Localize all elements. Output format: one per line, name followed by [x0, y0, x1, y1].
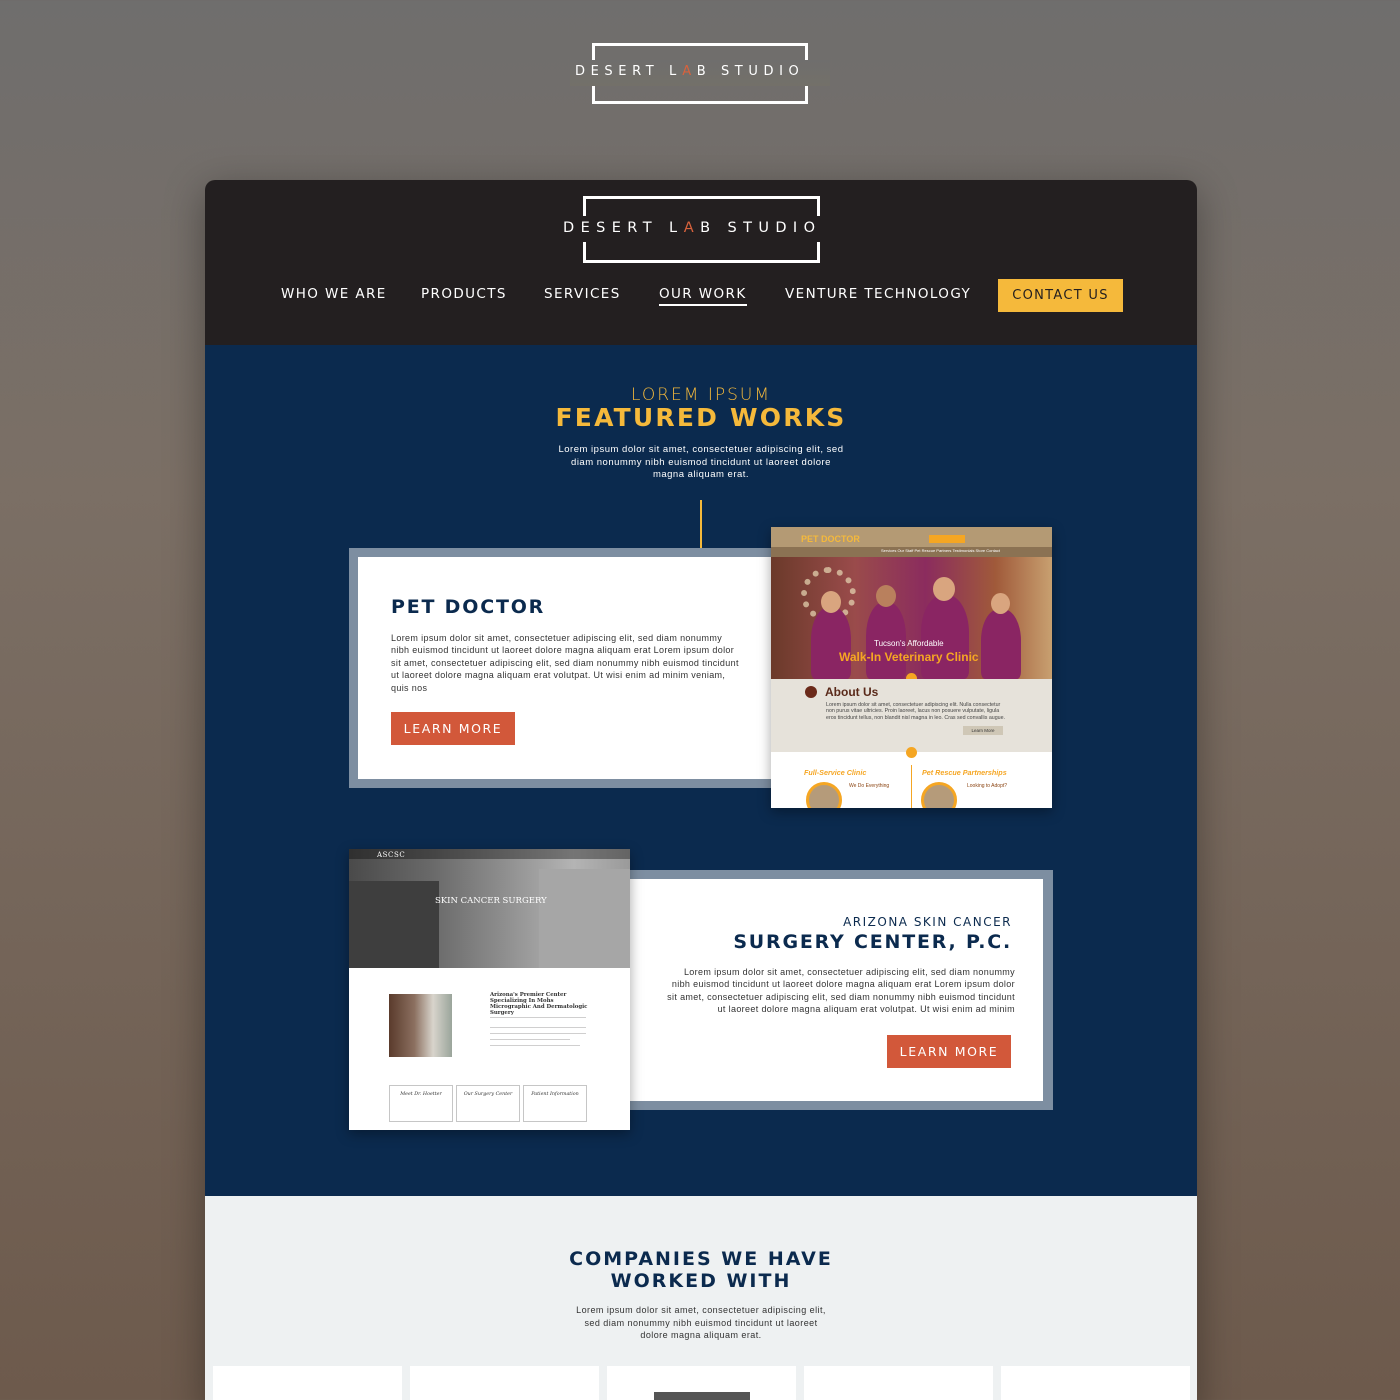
text-line	[490, 1039, 570, 1040]
ascsc-title: SURGERY CENTER, P.C.	[733, 931, 1012, 953]
section-eyebrow: LOREM IPSUM	[630, 385, 772, 405]
pet-doctor-card: PET DOCTOR Lorem ipsum dolor sit amet, c…	[358, 557, 771, 779]
connector-line	[700, 500, 702, 555]
pet-preview-logo: PET DOCTOR	[801, 534, 860, 544]
featured-works-section: LOREM IPSUM FEATURED WORKS Lorem ipsum d…	[205, 345, 1197, 1196]
site-logo[interactable]: DESERT LAB STUDIO	[563, 220, 821, 236]
section-title: FEATURED WORKS	[555, 403, 847, 432]
nav-venture-technology[interactable]: VENTURE TECHNOLOGY	[785, 286, 971, 302]
ascsc-preview-heading: Arizona's Premier Center Specializing In…	[490, 992, 588, 1016]
building-block	[349, 881, 439, 968]
ascsc-screenshot[interactable]: ASCSC SKIN CANCER SURGERY Arizona's Prem…	[349, 849, 630, 1130]
pet-preview-about-body: Lorem ipsum dolor sit amet, consectetuer…	[826, 702, 1006, 721]
box-title: Meet Dr. Hoetter	[400, 1092, 442, 1097]
ascsc-learn-more-button[interactable]: LEARN MORE	[887, 1035, 1011, 1068]
staff-head	[933, 577, 955, 601]
nav-our-work[interactable]: OUR WORK	[659, 286, 747, 306]
pet-preview-hero-big: Walk-In Veterinary Clinic	[839, 650, 979, 664]
divider	[490, 1017, 586, 1018]
nav-who-we-are[interactable]: WHO WE ARE	[281, 286, 387, 302]
ascsc-preview-box: Patient Information	[523, 1085, 587, 1122]
text-line	[490, 1045, 580, 1046]
staff-figure	[921, 595, 969, 679]
pet-preview-col1-sub: We Do Everything	[849, 783, 890, 789]
staff-head	[991, 593, 1010, 614]
pet-preview-col2-sub: Looking to Adopt?	[967, 783, 1008, 789]
staff-figure	[981, 609, 1021, 679]
pet-preview-about-title: About Us	[825, 685, 879, 699]
pet-doctor-learn-more-button[interactable]: LEARN MORE	[391, 712, 515, 745]
pet-preview-hero-small: Tucson's Affordable	[874, 639, 944, 648]
text-line	[490, 1033, 586, 1034]
staff-head	[821, 591, 841, 613]
ascsc-preview-box: Our Surgery Center	[456, 1085, 520, 1122]
site-header: DESERT LAB STUDIO WHO WE ARE PRODUCTS SE…	[205, 180, 1197, 345]
pet-preview-nav-text: Services Our Staff Pet Rescue Partners T…	[881, 548, 1001, 553]
company-logo-tile[interactable]	[213, 1366, 402, 1400]
text-line	[490, 1027, 586, 1028]
website-mockup: DESERT LAB STUDIO WHO WE ARE PRODUCTS SE…	[205, 180, 1197, 1400]
pet-doctor-title: PET DOCTOR	[391, 596, 546, 618]
pet-photo-circle	[806, 782, 842, 808]
pet-preview-col2-title: Pet Rescue Partnerships	[922, 768, 1007, 777]
pet-preview-learn-more: Learn More	[963, 726, 1003, 735]
chevron-down-icon	[906, 747, 917, 758]
outer-logo-text: DESERT LAB STUDIO	[575, 64, 805, 79]
building-block	[539, 869, 630, 968]
company-logo	[654, 1392, 750, 1400]
pet-preview-divider	[911, 765, 912, 808]
doctor-photo	[389, 994, 452, 1057]
company-logo-tile[interactable]	[804, 1366, 993, 1400]
pet-preview-button	[929, 535, 965, 543]
box-title: Patient Information	[531, 1092, 579, 1097]
staff-head	[876, 585, 896, 607]
company-logo-tile[interactable]	[607, 1366, 796, 1400]
company-logo-tile[interactable]	[410, 1366, 599, 1400]
contact-us-button[interactable]: CONTACT US	[998, 279, 1123, 312]
pet-photo-circle	[921, 782, 957, 808]
ascsc-preview-hero-text: SKIN CANCER SURGERY	[435, 896, 547, 906]
companies-title-line1: COMPANIES WE HAVE	[569, 1248, 833, 1270]
nav-services[interactable]: SERVICES	[544, 286, 621, 302]
bone-icon	[805, 686, 817, 698]
ascsc-preview-hero	[349, 849, 630, 968]
ascsc-body: Lorem ipsum dolor sit amet, consectetuer…	[667, 967, 1015, 1015]
ascsc-preview-logo: ASCSC	[377, 851, 406, 859]
ascsc-card: ARIZONA SKIN CANCER SURGERY CENTER, P.C.…	[630, 879, 1043, 1101]
companies-title: COMPANIES WE HAVE WORKED WITH	[205, 1248, 1197, 1292]
box-title: Our Surgery Center	[463, 1092, 513, 1097]
companies-section: COMPANIES WE HAVE WORKED WITH Lorem ipsu…	[205, 1196, 1197, 1400]
company-logo-tile[interactable]	[1001, 1366, 1190, 1400]
section-intro: Lorem ipsum dolor sit amet, consectetuer…	[558, 444, 844, 480]
staff-figure	[811, 607, 851, 679]
nav-products[interactable]: PRODUCTS	[421, 286, 507, 302]
pet-doctor-body: Lorem ipsum dolor sit amet, consectetuer…	[391, 633, 739, 693]
pet-doctor-screenshot[interactable]: PET DOCTOR Services Our Staff Pet Rescue…	[771, 527, 1052, 808]
ascsc-subtitle: ARIZONA SKIN CANCER	[843, 915, 1012, 929]
companies-title-line2: WORKED WITH	[610, 1270, 792, 1292]
pet-preview-col1-title: Full-Service Clinic	[804, 768, 867, 777]
ascsc-preview-box: Meet Dr. Hoetter	[389, 1085, 453, 1122]
companies-intro: Lorem ipsum dolor sit amet, consectetuer…	[576, 1305, 826, 1340]
